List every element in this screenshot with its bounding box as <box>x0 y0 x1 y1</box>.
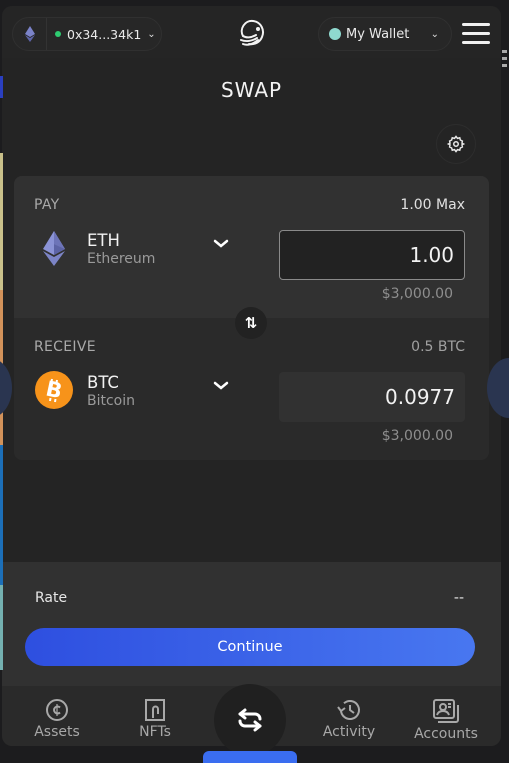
app-window: 0x34...34k1 ⌄ My Wallet ⌄ SWAP PAY 1.00 … <box>2 6 501 746</box>
chevron-down-icon: ⌄ <box>430 28 439 40</box>
pay-section: PAY 1.00 Max ETH Ethereum 1.00 $3,000.00 <box>14 176 489 318</box>
nav-item-activity[interactable]: Activity <box>304 698 394 740</box>
pay-amount-input[interactable]: 1.00 <box>279 230 465 280</box>
ethereum-icon <box>13 18 47 50</box>
ethereum-icon <box>34 228 74 268</box>
assets-icon <box>46 699 68 721</box>
token-name: Bitcoin <box>87 393 136 409</box>
wallet-address: 0x34...34k1 <box>67 26 142 42</box>
token-select-chevron-icon[interactable] <box>212 238 230 250</box>
pay-usd-value: $3,000.00 <box>381 286 453 302</box>
rate-value: -- <box>453 590 464 606</box>
accounts-icon <box>433 699 459 723</box>
summary-panel: Rate -- Continue <box>2 562 501 692</box>
history-icon <box>337 700 360 720</box>
page-title: SWAP <box>220 78 283 102</box>
receive-label: RECEIVE <box>34 339 96 355</box>
wallet-selector[interactable]: My Wallet ⌄ <box>318 17 452 51</box>
connection-status-dot <box>55 31 61 37</box>
wallet-color-dot <box>329 28 341 40</box>
token-name: Ethereum <box>87 251 156 267</box>
nav-item-nfts[interactable]: NFTs <box>110 698 200 740</box>
continue-button[interactable]: Continue <box>25 628 475 666</box>
settings-button[interactable] <box>436 124 476 164</box>
receive-usd-value: $3,000.00 <box>381 428 453 444</box>
hamburger-menu-icon[interactable] <box>462 23 490 45</box>
nav-item-assets[interactable]: Assets <box>12 698 102 740</box>
flip-tokens-button[interactable]: ⇅ <box>235 307 267 339</box>
swap-icon <box>238 708 262 732</box>
pay-label: PAY <box>34 197 60 213</box>
nav-item-accounts[interactable]: Accounts <box>401 698 491 742</box>
max-button[interactable]: 1.00 Max <box>400 197 465 213</box>
wallet-name: My Wallet <box>346 26 410 42</box>
nft-icon <box>145 699 165 721</box>
active-tab-indicator <box>203 751 297 763</box>
token-symbol: BTC <box>87 373 119 392</box>
swap-direction-icon: ⇅ <box>244 314 258 332</box>
gear-icon <box>447 135 465 153</box>
bitcoin-icon: B <box>34 370 74 410</box>
scrollbar-handle[interactable] <box>502 50 507 71</box>
receive-amount-field[interactable]: 0.0977 <box>279 372 465 422</box>
header: 0x34...34k1 ⌄ My Wallet ⌄ <box>2 6 501 58</box>
receive-balance: 0.5 BTC <box>411 339 465 355</box>
account-selector[interactable]: 0x34...34k1 ⌄ <box>12 17 162 51</box>
rate-label: Rate <box>35 590 68 606</box>
receive-section: RECEIVE 0.5 BTC B BTC Bitcoin 0.0977 $3,… <box>14 318 489 460</box>
app-logo-icon[interactable] <box>234 16 270 52</box>
token-select-chevron-icon[interactable] <box>212 380 230 392</box>
token-symbol: ETH <box>87 231 120 250</box>
chevron-down-icon: ⌄ <box>147 28 156 40</box>
nav-item-swap[interactable] <box>214 684 286 756</box>
